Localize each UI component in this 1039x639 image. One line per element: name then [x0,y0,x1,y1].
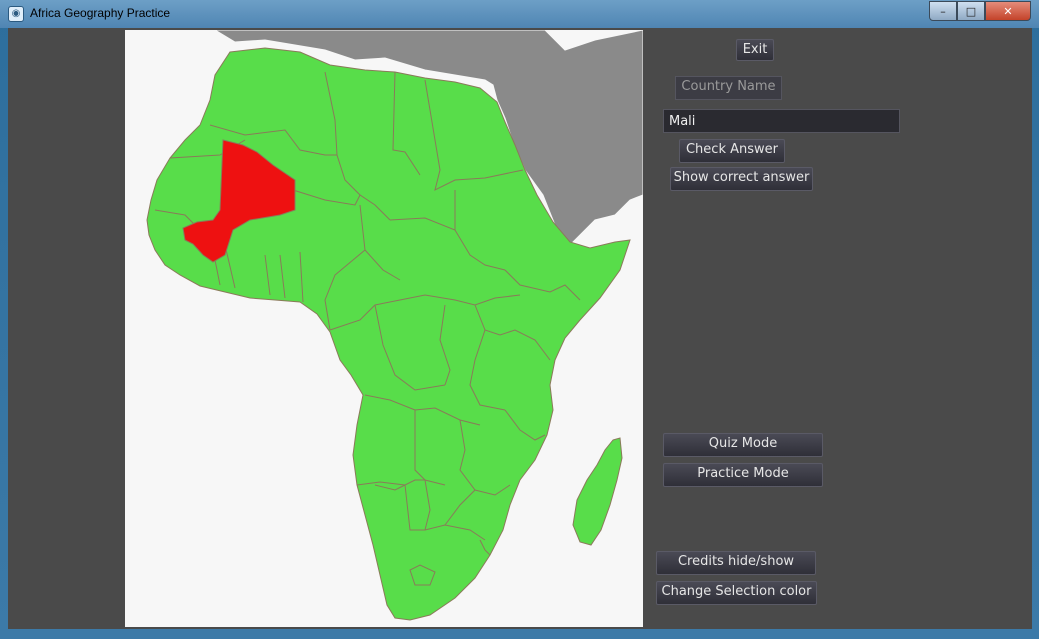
country-name-label: Country Name [675,76,782,100]
map-svg[interactable] [125,30,643,627]
quiz-mode-button[interactable]: Quiz Mode [663,433,823,457]
africa-map[interactable] [125,30,643,627]
window-controls: – □ ✕ [929,1,1031,21]
exit-button[interactable]: Exit [736,39,774,61]
app-window: ◉ Africa Geography Practice – □ ✕ Exit C… [0,0,1039,639]
answer-input[interactable] [663,109,900,133]
minimize-button[interactable]: – [929,1,957,21]
change-selection-color-button[interactable]: Change Selection color [656,581,817,605]
window-title: Africa Geography Practice [30,6,171,20]
client-area: Exit Country Name Check Answer Show corr… [8,28,1032,629]
close-button[interactable]: ✕ [985,1,1031,21]
check-answer-button[interactable]: Check Answer [679,139,785,163]
practice-mode-button[interactable]: Practice Mode [663,463,823,487]
madagascar[interactable] [572,437,623,546]
credits-toggle-button[interactable]: Credits hide/show [656,551,816,575]
globe-icon: ◉ [8,6,24,22]
maximize-button[interactable]: □ [957,1,985,21]
title-bar[interactable]: ◉ Africa Geography Practice – □ ✕ [0,0,1039,28]
show-correct-answer-button[interactable]: Show correct answer [670,167,813,191]
